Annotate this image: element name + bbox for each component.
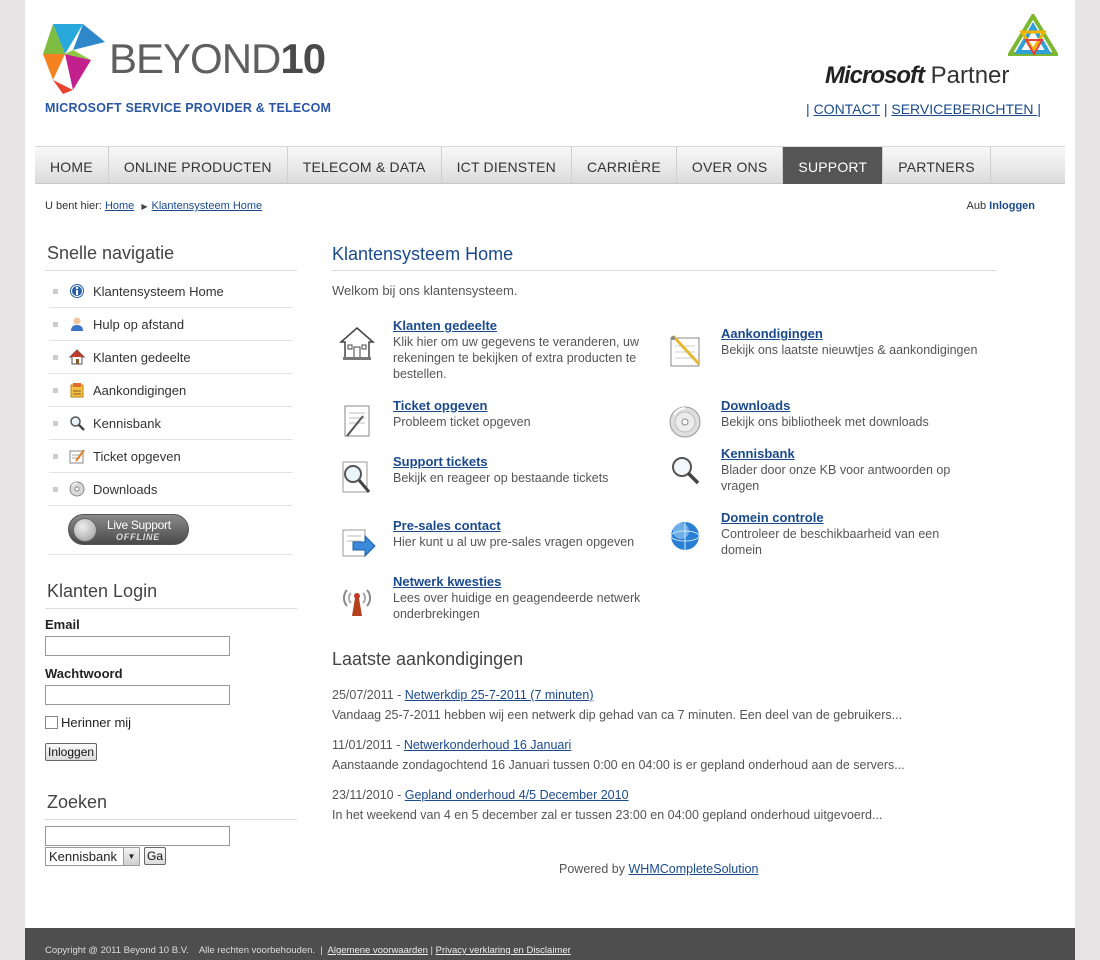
quicknav-heading: Snelle navigatie	[45, 243, 297, 271]
nav-over-ons[interactable]: OVER ONS	[677, 147, 784, 184]
remember-me-label: Herinner mij	[61, 715, 132, 730]
magnifier-icon	[70, 416, 85, 431]
notepad-icon	[670, 334, 701, 367]
chevron-down-icon: ▼	[123, 848, 139, 865]
house-icon	[339, 327, 375, 360]
microsoft-partner-logo: Microsoft Partner	[825, 62, 1010, 89]
email-field[interactable]	[45, 636, 230, 656]
breadcrumb: U bent hier: Home ▶ Klantensysteem Home	[45, 200, 262, 212]
nav-telecom-data[interactable]: TELECOM & DATA	[288, 147, 442, 184]
search-category-select[interactable]: Kennisbank ▼	[45, 847, 140, 866]
feature-title-link[interactable]: Aankondigingen	[721, 326, 823, 341]
feature-title-link[interactable]: Domein controle	[721, 510, 824, 525]
quicknav-item[interactable]: Ticket opgeven	[49, 440, 293, 473]
info-icon	[70, 284, 84, 298]
main-nav: HOME ONLINE PRODUCTEN TELECOM & DATA ICT…	[35, 146, 1065, 184]
announcement-date: 23/11/2010	[332, 788, 394, 802]
remember-me-checkbox[interactable]	[45, 716, 58, 729]
nav-carriere[interactable]: CARRIÈRE	[572, 147, 677, 184]
inloggen-link[interactable]: Inloggen	[989, 200, 1035, 212]
page-title: Klantensysteem Home	[331, 244, 997, 271]
breadcrumb-home-link[interactable]: Home	[105, 200, 134, 212]
quicknav-item[interactable]: Klantensysteem Home	[49, 275, 293, 308]
announcement-summary: Vandaag 25-7-2011 hebben wij een netwerk…	[332, 708, 903, 722]
document-pen-icon	[344, 405, 370, 437]
announcement-icon	[70, 383, 84, 398]
nav-home[interactable]: HOME	[35, 147, 109, 184]
welcome-text: Welkom bij ons klantensysteem.	[332, 283, 518, 298]
breadcrumb-prefix: U bent hier:	[45, 200, 102, 212]
feature-title-link[interactable]: Ticket opgeven	[393, 398, 487, 413]
search-document-icon	[342, 461, 371, 493]
announcement-item: 11/01/2011 - Netwerkonderhoud 16 Januari…	[332, 738, 1012, 772]
terms-link[interactable]: Algemene voorwaarden	[328, 945, 428, 956]
password-label: Wachtwoord	[45, 666, 123, 681]
login-button[interactable]: Inloggen	[45, 743, 98, 761]
announcement-summary: In het weekend van 4 en 5 december zal e…	[332, 808, 883, 822]
live-support-icon	[73, 518, 97, 542]
powered-by: Powered by WHMCompleteSolution	[559, 862, 759, 876]
login-heading: Klanten Login	[45, 581, 297, 609]
announcements-heading: Laatste aankondigingen	[332, 649, 524, 669]
feature-title-link[interactable]: Netwerk kwesties	[393, 574, 501, 589]
disc-icon	[69, 481, 85, 497]
magnifier-icon	[672, 457, 700, 485]
feature-title-link[interactable]: Pre-sales contact	[393, 518, 501, 533]
password-field[interactable]	[45, 685, 230, 705]
page: BEYOND10 MICROSOFT SERVICE PROVIDER & TE…	[25, 0, 1075, 960]
nav-online-producten[interactable]: ONLINE PRODUCTEN	[109, 147, 288, 184]
privacy-link[interactable]: Privacy verklaring en Disclaimer	[436, 945, 571, 956]
feature-title-link[interactable]: Support tickets	[393, 454, 488, 469]
divider	[49, 554, 293, 555]
feature-title-link[interactable]: Downloads	[721, 398, 790, 413]
nav-ict-diensten[interactable]: ICT DIENSTEN	[442, 147, 572, 184]
logo-tagline: MICROSOFT SERVICE PROVIDER & TELECOM	[45, 101, 332, 115]
antenna-icon	[343, 589, 371, 616]
announcement-title-link[interactable]: Netwerkonderhoud 16 Januari	[404, 738, 571, 752]
quicknav-item[interactable]: Downloads	[49, 473, 293, 506]
cd-icon	[669, 406, 701, 438]
search-heading: Zoeken	[45, 792, 297, 820]
breadcrumb-arrow-icon: ▶	[141, 202, 148, 211]
quicknav-item[interactable]: Aankondigingen	[49, 374, 293, 407]
announcement-item: 23/11/2010 - Gepland onderhoud 4/5 Decem…	[332, 788, 1012, 822]
search-input[interactable]	[45, 826, 230, 846]
logo-wordmark: BEYOND10	[109, 35, 326, 82]
feature-title-link[interactable]: Kennisbank	[721, 446, 795, 461]
contact-link[interactable]: CONTACT	[814, 101, 880, 117]
login-prompt: Aub Inloggen	[966, 200, 1035, 212]
copyright-text: Copyright @ 2011 Beyond 10 B.V. Alle rec…	[45, 945, 316, 956]
beyond10-logo[interactable]: BEYOND10 MICROSOFT SERVICE PROVIDER & TE…	[43, 20, 343, 120]
arrow-document-icon	[342, 529, 376, 558]
ticket-icon	[69, 449, 85, 464]
top-links: | CONTACT | SERVICEBERICHTEN |	[806, 101, 1041, 117]
user-icon	[71, 317, 83, 331]
serviceberichten-link[interactable]: SERVICEBERICHTEN	[891, 101, 1037, 117]
quicknav-item[interactable]: Hulp op afstand	[49, 308, 293, 341]
footer: Copyright @ 2011 Beyond 10 B.V. Alle rec…	[25, 928, 1075, 960]
quicknav-list: Klantensysteem Home Hulp op afstand Klan…	[49, 275, 293, 506]
whmcs-link[interactable]: WHMCompleteSolution	[629, 862, 759, 876]
nav-support[interactable]: SUPPORT	[783, 147, 884, 184]
globe-icon	[670, 522, 700, 550]
remember-me: Herinner mij	[45, 715, 131, 730]
microsoft-partner-emblem-icon	[1008, 14, 1058, 57]
quicknav-item[interactable]: Kennisbank	[49, 407, 293, 440]
quicknav-item[interactable]: Klanten gedeelte	[49, 341, 293, 374]
search-go-button[interactable]: Ga	[144, 847, 167, 865]
announcement-date: 25/07/2011	[332, 688, 394, 702]
announcement-title-link[interactable]: Gepland onderhoud 4/5 December 2010	[405, 788, 629, 802]
email-label: Email	[45, 617, 80, 632]
beyond10-logo-mark-icon	[43, 24, 105, 94]
live-support-status: OFFLINE	[116, 532, 161, 542]
announcement-item: 25/07/2011 - Netwerkdip 25-7-2011 (7 min…	[332, 688, 1012, 722]
breadcrumb-current-link[interactable]: Klantensysteem Home	[152, 200, 263, 212]
announcement-summary: Aanstaande zondagochtend 16 Januari tuss…	[332, 758, 905, 772]
announcement-title-link[interactable]: Netwerkdip 25-7-2011 (7 minuten)	[405, 688, 594, 702]
live-support-button[interactable]: Live Support OFFLINE	[68, 514, 189, 545]
home-icon	[69, 349, 85, 365]
feature-title-link[interactable]: Klanten gedeelte	[393, 318, 497, 333]
announcement-date: 11/01/2011	[332, 738, 393, 752]
nav-partners[interactable]: PARTNERS	[883, 147, 991, 184]
